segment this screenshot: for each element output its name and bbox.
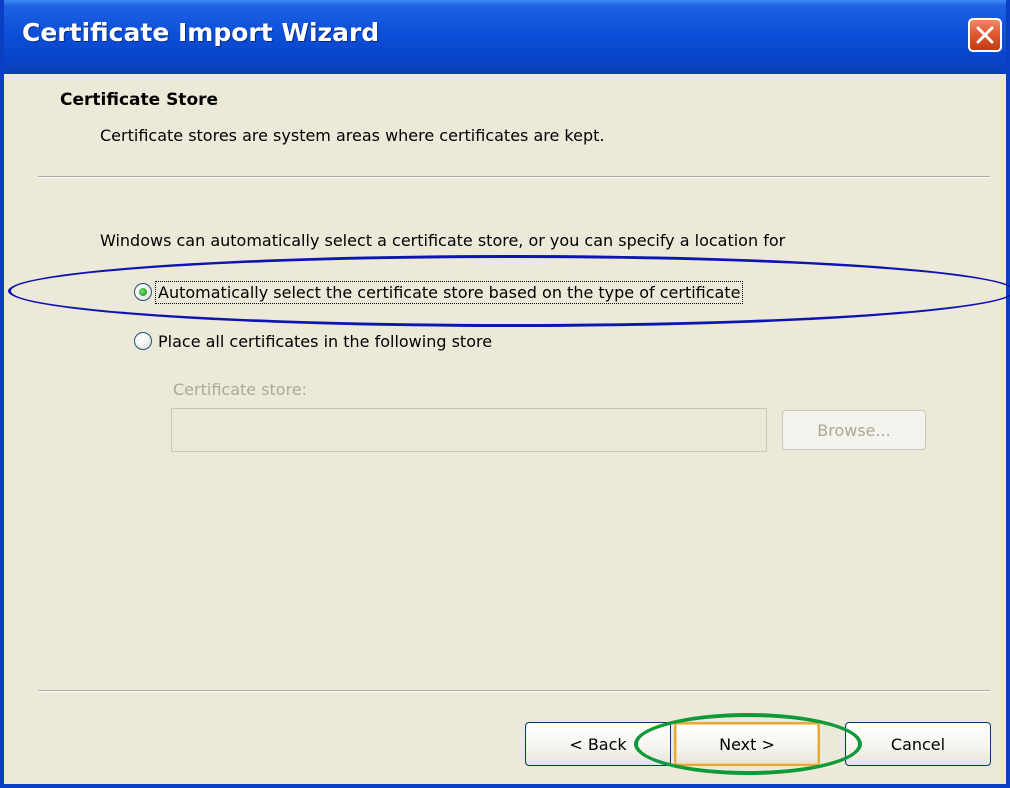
back-button[interactable]: < Back: [525, 722, 671, 766]
title-bar[interactable]: Certificate Import Wizard: [4, 0, 1006, 74]
page-title: Certificate Store: [60, 90, 219, 110]
window-title: Certificate Import Wizard: [22, 18, 380, 47]
radio-selected-icon[interactable]: [134, 283, 152, 301]
header-divider: [38, 176, 990, 178]
radio-unselected-icon[interactable]: [134, 332, 152, 350]
auto-select-store-label[interactable]: Automatically select the certificate sto…: [154, 280, 744, 304]
place-in-store-label[interactable]: Place all certificates in the following …: [156, 331, 494, 352]
close-button[interactable]: [968, 18, 1002, 52]
wizard-header: Certificate Store Certificate stores are…: [4, 70, 1006, 178]
auto-select-store-option[interactable]: Automatically select the certificate sto…: [134, 279, 744, 305]
cancel-button[interactable]: Cancel: [845, 722, 991, 766]
browse-button: Browse...: [782, 410, 926, 450]
certificate-import-wizard-window: Certificate Import Wizard Certificate St…: [0, 0, 1010, 788]
certificate-store-field: [171, 408, 767, 452]
certificate-store-label: Certificate store:: [173, 380, 308, 399]
place-in-store-option[interactable]: Place all certificates in the following …: [134, 328, 494, 354]
next-button[interactable]: Next >: [674, 722, 820, 766]
close-x-icon: [976, 26, 994, 44]
intro-text: Windows can automatically select a certi…: [100, 231, 786, 250]
footer-divider: [38, 690, 990, 692]
page-subtitle: Certificate stores are system areas wher…: [100, 126, 605, 145]
